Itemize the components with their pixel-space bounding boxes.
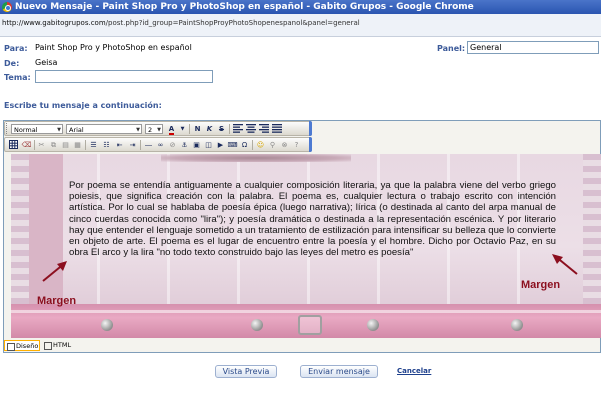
- tab-html-label: HTML: [53, 341, 72, 349]
- code-icon[interactable]: ⌨: [227, 140, 238, 150]
- window-titlebar: Nuevo Mensaje - Paint Shop Pro y PhotoSh…: [0, 0, 601, 14]
- panel-select[interactable]: General: [467, 41, 599, 54]
- url-bar[interactable]: http://www.gabitogrupos.com/post.php?id_…: [0, 14, 601, 37]
- rivet-decoration: [251, 319, 263, 331]
- size-dropdown-value: 2: [148, 126, 153, 134]
- tab-design[interactable]: Diseño: [4, 340, 40, 351]
- eraser-icon[interactable]: ⌫: [21, 140, 32, 150]
- numbered-list-icon[interactable]: ☰: [88, 140, 99, 150]
- toolbar-grip[interactable]: [6, 123, 10, 134]
- toolbar-end-handle[interactable]: [309, 121, 312, 136]
- preview-button[interactable]: Vista Previa: [215, 365, 277, 378]
- arrow-left-annotation: [42, 261, 67, 282]
- copy-icon[interactable]: ⧉: [48, 140, 59, 150]
- align-justify-icon[interactable]: [271, 124, 282, 134]
- ribbon-top-decoration: [161, 154, 351, 162]
- bulleted-list-icon[interactable]: ☷: [101, 140, 112, 150]
- message-label: Escribe tu mensaje a continuación:: [4, 101, 162, 110]
- paste-word-icon[interactable]: ▦: [72, 140, 83, 150]
- anchor-icon[interactable]: ⚓: [179, 140, 190, 150]
- tema-input[interactable]: [35, 70, 213, 83]
- style-dropdown[interactable]: Normal ▼: [11, 124, 63, 134]
- tab-design-label: Diseño: [16, 342, 39, 350]
- toolbar-separator: [252, 140, 253, 150]
- rivet-decoration: [511, 319, 523, 331]
- de-value: Geisa: [35, 58, 58, 67]
- toolbar-separator: [229, 124, 230, 134]
- de-label: De:: [4, 59, 20, 68]
- smiley-icon[interactable]: ☺: [255, 140, 266, 150]
- chrome-icon: [2, 2, 12, 12]
- url-host: http://www.gabitogrupos.com: [2, 19, 106, 27]
- flash-icon[interactable]: ◫: [203, 140, 214, 150]
- tema-label: Tema:: [4, 73, 31, 82]
- url-text[interactable]: http://www.gabitogrupos.com/post.php?id_…: [2, 19, 360, 27]
- ribbon-shine: [11, 310, 601, 313]
- html-mode-icon: [44, 342, 52, 350]
- toolbar-row-2: ⌫ ✂ ⧉ ▤ ▦ ☰ ☷ ⇤ ⇥ ― ∞ ⊘ ⚓ ▣ ◫ ▶ ⌨ Ω ☺ ⚲ …: [4, 137, 312, 152]
- cancel-link[interactable]: Cancelar: [397, 367, 431, 375]
- design-mode-icon: [7, 343, 15, 351]
- tab-html[interactable]: HTML: [42, 340, 76, 351]
- chevron-down-icon: ▼: [136, 127, 140, 133]
- toolbar-row-1: Normal ▼ Arial ▼ 2 ▼ A ▼ N K S: [4, 121, 312, 136]
- toolbar-separator: [85, 140, 86, 150]
- help-icon[interactable]: ?: [291, 140, 302, 150]
- paste-icon[interactable]: ▤: [60, 140, 71, 150]
- no-style-icon[interactable]: ⊗: [279, 140, 290, 150]
- arrow-right-annotation: [552, 254, 578, 275]
- cut-icon[interactable]: ✂: [36, 140, 47, 150]
- align-center-icon[interactable]: [245, 124, 256, 134]
- rivet-decoration: [101, 319, 113, 331]
- find-icon[interactable]: ⚲: [267, 140, 278, 150]
- message-body-text[interactable]: Por poema se entendía antiguamente a cua…: [69, 180, 556, 258]
- video-icon[interactable]: ▶: [215, 140, 226, 150]
- align-left-icon[interactable]: [232, 124, 243, 134]
- font-color-dropdown-icon[interactable]: ▼: [177, 124, 188, 134]
- panel-select-value: General: [470, 43, 502, 52]
- para-value: Paint Shop Pro y PhotoShop en español: [35, 43, 192, 52]
- panel-label: Panel:: [437, 44, 466, 53]
- align-right-icon[interactable]: [258, 124, 269, 134]
- margin-annotation-left: Margen: [37, 295, 77, 307]
- rivet-decoration: [367, 319, 379, 331]
- margin-annotation-right: Margen: [521, 279, 561, 291]
- para-label: Para:: [4, 44, 28, 53]
- font-color-icon[interactable]: A: [166, 124, 177, 135]
- indent-icon[interactable]: ⇥: [127, 140, 138, 150]
- strike-button[interactable]: S: [216, 124, 227, 134]
- chevron-down-icon: ▼: [157, 127, 161, 133]
- editor-content-area[interactable]: Por poema se entendía antiguamente a cua…: [11, 154, 601, 338]
- editor-mode-bar: Diseño HTML: [4, 339, 600, 352]
- table-icon[interactable]: [8, 140, 19, 150]
- image-icon[interactable]: ▣: [191, 140, 202, 150]
- link-icon[interactable]: ∞: [155, 140, 166, 150]
- bold-button[interactable]: N: [192, 124, 203, 134]
- toolbar-separator: [189, 124, 190, 134]
- window-title: Nuevo Mensaje - Paint Shop Pro y PhotoSh…: [15, 2, 474, 12]
- horizontal-rule-icon[interactable]: ―: [143, 140, 154, 150]
- style-dropdown-value: Normal: [14, 126, 38, 134]
- font-dropdown-value: Arial: [69, 126, 84, 134]
- font-dropdown[interactable]: Arial ▼: [66, 124, 142, 134]
- url-path: /post.php?id_group=PaintShopProyPhotoSho…: [105, 19, 360, 27]
- toolbar-end-handle[interactable]: [309, 137, 312, 152]
- italic-button[interactable]: K: [204, 124, 215, 134]
- send-button[interactable]: Enviar mensaje: [300, 365, 378, 378]
- chevron-down-icon: ▼: [57, 127, 61, 133]
- outdent-icon[interactable]: ⇤: [114, 140, 125, 150]
- toolbar-separator: [140, 140, 141, 150]
- special-char-icon[interactable]: Ω: [239, 140, 250, 150]
- clasp-decoration: [298, 315, 322, 335]
- toolbar-separator: [34, 140, 35, 150]
- size-dropdown[interactable]: 2 ▼: [145, 124, 163, 134]
- unlink-icon[interactable]: ⊘: [167, 140, 178, 150]
